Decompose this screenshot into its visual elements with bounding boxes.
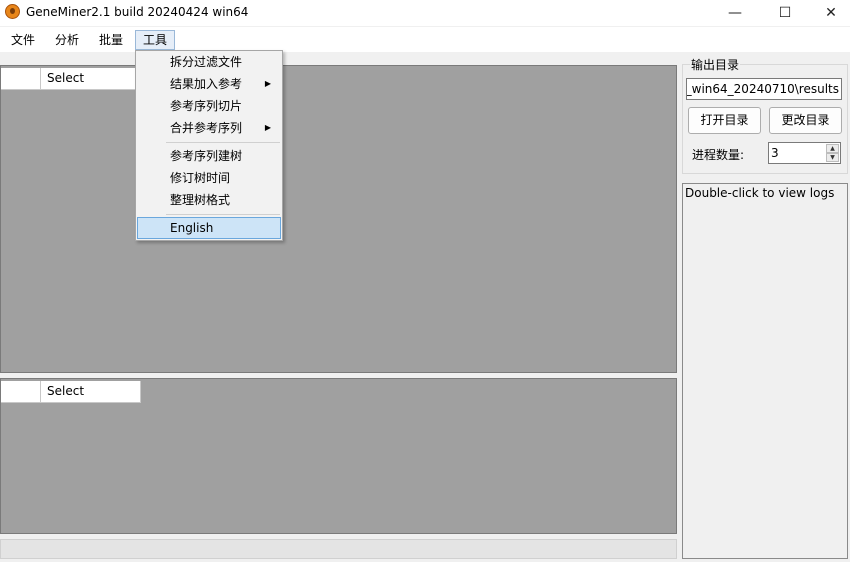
- menu-item-label: 参考序列切片: [170, 99, 243, 113]
- menu-bar: 文件 分析 批量 工具: [0, 27, 850, 52]
- top-grid-panel[interactable]: Select: [0, 65, 677, 373]
- minimize-button[interactable]: —: [712, 0, 758, 26]
- process-count-label: 进程数量:: [692, 148, 745, 162]
- bottom-grid-panel[interactable]: Select: [0, 378, 677, 534]
- submenu-arrow-icon: ▶: [264, 123, 271, 132]
- output-path-text: er_win64_20240710\results: [686, 82, 839, 96]
- log-hint: Double-click to view logs: [685, 186, 835, 200]
- log-area[interactable]: Double-click to view logs: [682, 183, 848, 559]
- bottom-grid-row-header[interactable]: [1, 381, 41, 403]
- app-icon: [5, 4, 20, 19]
- menu-item-split-filter-files[interactable]: 拆分过滤文件: [137, 51, 281, 73]
- menu-item-label: 合并参考序列: [170, 121, 243, 135]
- title-bar: GeneMiner2.1 build 20240424 win64 — ☐ ✕: [0, 0, 850, 26]
- menu-separator: [166, 214, 280, 215]
- open-directory-button[interactable]: 打开目录: [688, 107, 761, 134]
- menu-item-label: 整理树格式: [170, 193, 231, 207]
- menu-batch[interactable]: 批量: [92, 30, 130, 50]
- bottom-grid-header: Select: [1, 381, 141, 403]
- process-count-stepper[interactable]: 3 ▲ ▼: [768, 142, 841, 164]
- menu-item-merge-reference-sequences[interactable]: 合并参考序列 ▶: [137, 117, 281, 139]
- process-count-value: 3: [771, 146, 779, 160]
- top-grid-row-header[interactable]: [1, 68, 41, 90]
- bottom-grid-select-column[interactable]: Select: [41, 381, 141, 403]
- menu-item-slice-reference-sequence[interactable]: 参考序列切片: [137, 95, 281, 117]
- menu-analysis[interactable]: 分析: [48, 30, 86, 50]
- output-legend: 输出目录: [690, 56, 741, 73]
- spin-up-icon[interactable]: ▲: [826, 144, 839, 153]
- menu-item-format-tree[interactable]: 整理树格式: [137, 189, 281, 211]
- menu-tools[interactable]: 工具: [135, 30, 176, 50]
- maximize-button[interactable]: ☐: [762, 0, 808, 26]
- change-directory-button[interactable]: 更改目录: [769, 107, 842, 134]
- close-button[interactable]: ✕: [808, 0, 850, 26]
- submenu-arrow-icon: ▶: [264, 79, 271, 88]
- menu-item-label: 拆分过滤文件: [170, 55, 243, 69]
- output-path-input[interactable]: er_win64_20240710\results: [686, 78, 842, 100]
- menu-item-label: 结果加入参考: [170, 77, 243, 91]
- menu-file[interactable]: 文件: [4, 30, 42, 50]
- top-grid-select-column[interactable]: Select: [41, 68, 141, 90]
- menu-item-add-results-to-reference[interactable]: 结果加入参考 ▶: [137, 73, 281, 95]
- tools-dropdown-menu: 拆分过滤文件 结果加入参考 ▶ 参考序列切片 合并参考序列 ▶ 参考序列建树 修…: [135, 50, 283, 241]
- status-bar: [0, 539, 677, 559]
- menu-item-label: 参考序列建树: [170, 149, 243, 163]
- menu-item-revise-tree-time[interactable]: 修订树时间: [137, 167, 281, 189]
- menu-item-english[interactable]: English: [137, 217, 281, 239]
- menu-separator: [166, 142, 280, 143]
- menu-item-label: 修订树时间: [170, 171, 231, 185]
- spin-down-icon[interactable]: ▼: [826, 153, 839, 162]
- menu-item-label: English: [170, 221, 214, 235]
- window-title: GeneMiner2.1 build 20240424 win64: [26, 5, 249, 19]
- top-grid-header: Select: [1, 68, 141, 90]
- menu-item-build-reference-tree[interactable]: 参考序列建树: [137, 145, 281, 167]
